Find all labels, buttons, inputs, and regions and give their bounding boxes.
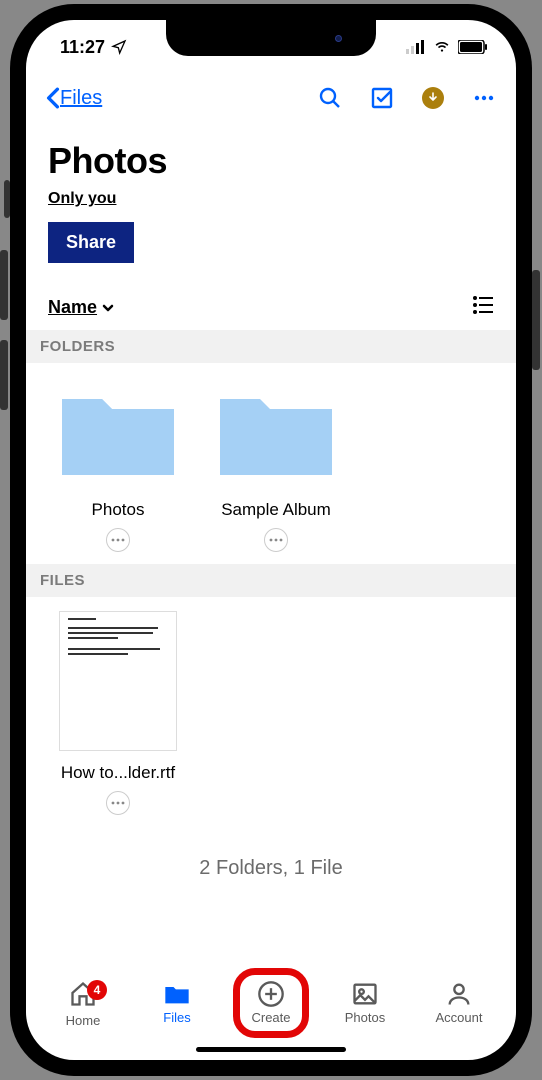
folder-label: Photos [48,500,188,520]
back-label: Files [60,87,102,110]
file-thumbnail [59,611,177,751]
search-button[interactable] [318,86,342,110]
download-circle-icon [422,87,444,109]
folder-more-button[interactable] [106,528,130,552]
folder-icon [58,385,178,486]
tab-label: Home [66,1013,101,1028]
list-view-icon [472,295,494,315]
folder-item[interactable]: Sample Album [206,385,346,552]
upload-status-button[interactable] [422,87,444,109]
access-info[interactable]: Only you [48,190,116,208]
select-button[interactable] [370,86,394,110]
folder-header: Photos Only you Share [26,122,516,271]
folder-more-button[interactable] [264,528,288,552]
more-horizontal-icon [111,538,125,542]
page-title: Photos [48,140,494,182]
file-more-button[interactable] [106,791,130,815]
more-horizontal-icon [111,801,125,805]
folder-label: Sample Album [206,500,346,520]
battery-icon [458,40,488,54]
files-section-header: FILES [26,564,516,597]
file-label: How to...lder.rtf [48,763,188,783]
photos-icon [351,980,379,1008]
tab-bar: 4 Home Files Create Photos [26,972,516,1060]
share-button[interactable]: Share [48,222,134,263]
plus-circle-icon [257,980,285,1008]
home-badge: 4 [87,980,107,1000]
account-icon [445,980,473,1008]
tab-label: Account [436,1010,483,1025]
tab-account[interactable]: Account [412,976,506,1060]
folders-section-header: FOLDERS [26,330,516,363]
tab-home[interactable]: 4 Home [36,976,130,1060]
wifi-icon [432,40,452,54]
back-button[interactable]: Files [46,87,102,110]
file-item[interactable]: How to...lder.rtf [48,611,188,815]
more-horizontal-icon [269,538,283,542]
nav-bar: Files [26,74,516,122]
location-arrow-icon [111,39,127,55]
chevron-down-icon [101,301,115,315]
search-icon [318,86,342,110]
tab-label: Create [251,1010,290,1025]
more-horizontal-icon [472,86,496,110]
chevron-left-icon [46,87,60,109]
home-indicator[interactable] [196,1047,346,1052]
folder-icon [216,385,336,486]
view-toggle-button[interactable] [472,295,494,320]
item-count-summary: 2 Folders, 1 File [26,819,516,896]
status-time: 11:27 [60,37,105,58]
more-button[interactable] [472,86,496,110]
sort-button[interactable]: Name [48,297,115,318]
sort-label: Name [48,297,97,318]
tab-label: Files [163,1010,190,1025]
folder-item[interactable]: Photos [48,385,188,552]
checkbox-icon [370,86,394,110]
cellular-signal-icon [406,40,426,54]
tab-label: Photos [345,1010,385,1025]
folder-icon [163,980,191,1008]
